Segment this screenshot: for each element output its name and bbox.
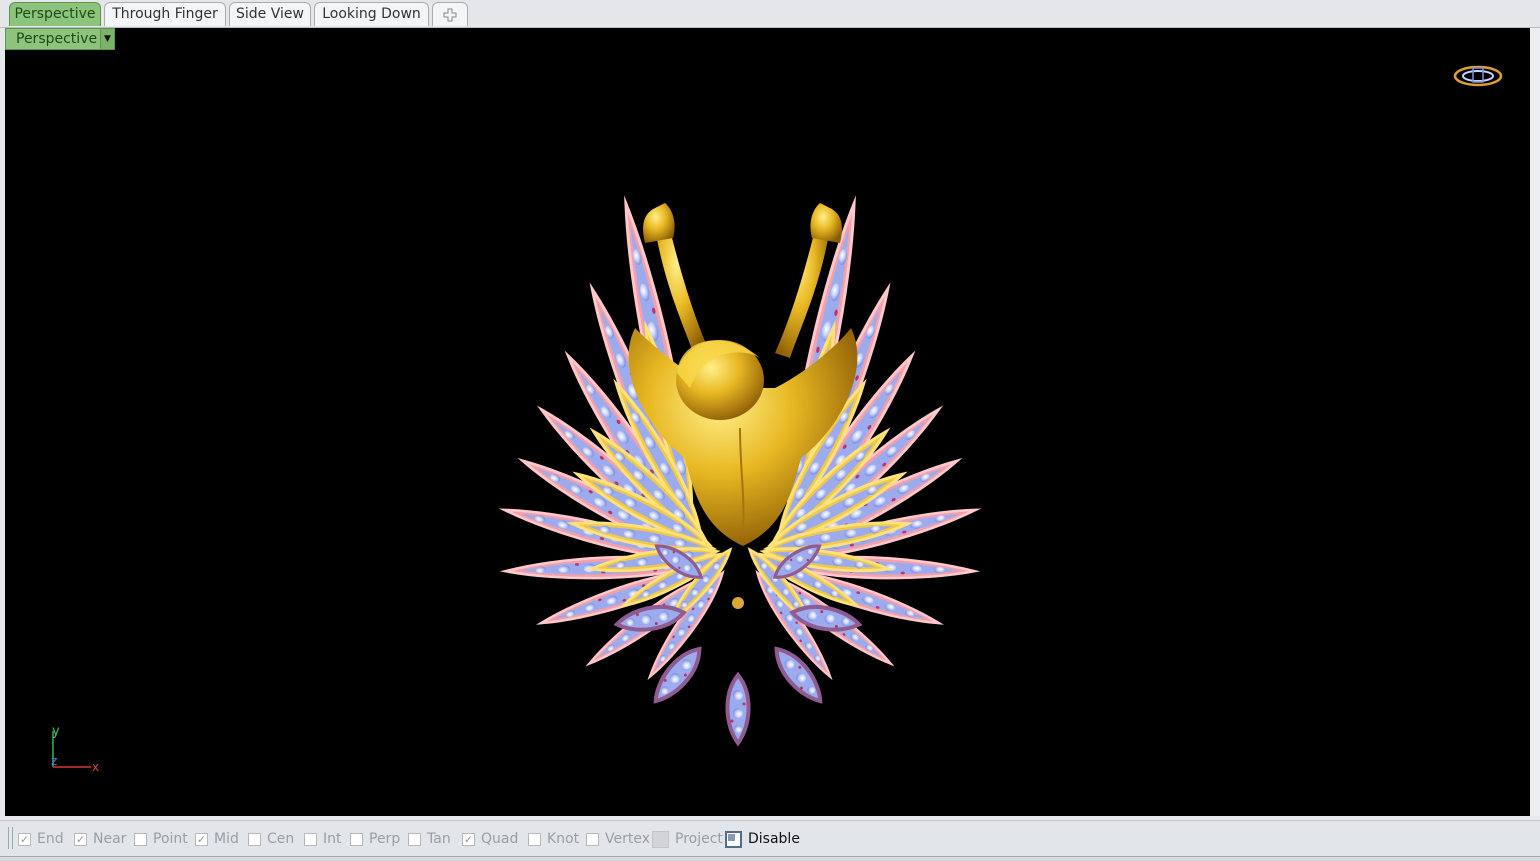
osnap-mid-label: Mid — [214, 831, 239, 847]
status-bar-edge — [0, 856, 1540, 861]
osnap-near-label: Near — [93, 831, 127, 847]
osnap-perp-checkbox[interactable] — [350, 832, 363, 846]
osnap-end-label: End — [37, 831, 64, 847]
tab-looking-down[interactable]: Looking Down — [314, 2, 429, 26]
osnap-point-label: Point — [153, 831, 188, 847]
osnap-disable-label: Disable — [748, 831, 800, 847]
osnap-knot-label: Knot — [547, 831, 580, 847]
osnap-disable-checkbox[interactable] — [725, 830, 742, 848]
osnap-quad-label: Quad — [481, 831, 519, 847]
osnap-end[interactable]: ✓ End — [18, 829, 64, 849]
view-navigation-icon[interactable] — [1453, 64, 1503, 88]
osnap-end-checkbox[interactable]: ✓ — [18, 832, 31, 846]
toolbar-grip-icon[interactable] — [8, 827, 13, 849]
tab-side-view[interactable]: Side View — [229, 2, 311, 26]
osnap-vertex-checkbox[interactable] — [586, 832, 599, 846]
osnap-perp-label: Perp — [369, 831, 401, 847]
osnap-point[interactable]: Point — [134, 829, 188, 849]
plus-icon — [443, 8, 457, 22]
osnap-disable[interactable]: Disable — [725, 829, 800, 849]
axis-z-label: z — [51, 754, 57, 768]
osnap-int[interactable]: Int — [304, 829, 342, 849]
viewport-right-border — [1530, 28, 1540, 816]
osnap-near[interactable]: ✓ Near — [74, 829, 126, 849]
osnap-tan-label: Tan — [427, 831, 451, 847]
osnap-cen-label: Cen — [267, 831, 295, 847]
jewelry-pendant-model — [500, 28, 980, 745]
osnap-project-label: Project — [675, 831, 723, 847]
osnap-mid-checkbox[interactable]: ✓ — [195, 832, 208, 846]
osnap-knot[interactable]: Knot — [528, 829, 579, 849]
osnap-tan-checkbox[interactable] — [408, 832, 421, 846]
osnap-int-checkbox[interactable] — [304, 832, 317, 846]
osnap-near-checkbox[interactable]: ✓ — [74, 832, 87, 846]
osnap-quad[interactable]: ✓ Quad — [462, 829, 518, 849]
osnap-project[interactable]: Project — [652, 829, 723, 849]
axis-y-label: y — [52, 724, 60, 739]
tab-through-finger[interactable]: Through Finger — [104, 2, 226, 26]
osnap-cen[interactable]: Cen — [248, 829, 294, 849]
viewport-tab-strip: Perspective Through Finger Side View Loo… — [0, 0, 1540, 28]
osnap-perp[interactable]: Perp — [350, 829, 400, 849]
osnap-toolbar: ✓ End ✓ Near Point ✓ Mid Cen Int Perp Ta… — [0, 820, 1540, 857]
perspective-viewport[interactable]: Perspective ▼ y z x — [5, 28, 1530, 816]
osnap-cen-checkbox[interactable] — [248, 832, 261, 846]
osnap-quad-checkbox[interactable]: ✓ — [462, 832, 475, 846]
osnap-knot-checkbox[interactable] — [528, 832, 541, 846]
osnap-tan[interactable]: Tan — [408, 829, 451, 849]
osnap-int-label: Int — [323, 831, 342, 847]
osnap-project-checkbox[interactable] — [652, 830, 669, 848]
add-tab-button[interactable] — [432, 2, 468, 26]
axis-x-label: x — [92, 760, 99, 773]
tab-perspective[interactable]: Perspective — [9, 2, 101, 26]
osnap-mid[interactable]: ✓ Mid — [195, 829, 239, 849]
osnap-point-checkbox[interactable] — [134, 832, 147, 846]
osnap-vertex[interactable]: Vertex — [586, 829, 650, 849]
osnap-vertex-label: Vertex — [605, 831, 651, 847]
world-axis-icon: y z x — [51, 724, 99, 773]
